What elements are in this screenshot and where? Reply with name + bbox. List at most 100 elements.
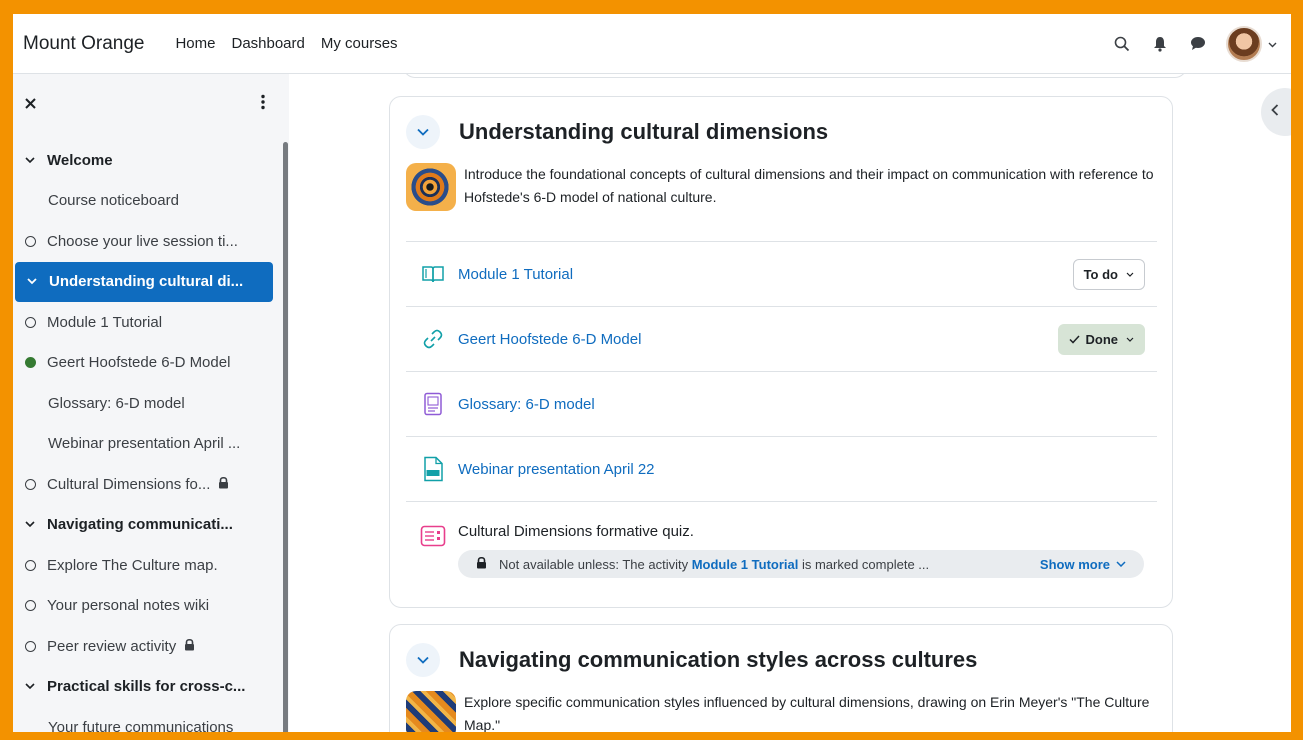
completion-done-button[interactable]: Done <box>1057 324 1145 355</box>
site-brand[interactable]: Mount Orange <box>23 33 144 55</box>
section-title[interactable]: Navigating communication styles across c… <box>459 647 977 673</box>
sidebar-item-label: Cultural Dimensions fo... <box>47 475 211 493</box>
incomplete-circle-icon <box>24 600 36 612</box>
section-collapse-button[interactable] <box>406 115 440 149</box>
sidebar-item-peer-review[interactable]: Peer review activity <box>13 626 275 667</box>
sidebar-item-label: Practical skills for cross-c... <box>47 678 246 696</box>
show-more-button[interactable]: Show more <box>1040 557 1126 572</box>
search-icon[interactable] <box>1112 34 1132 54</box>
sidebar-item-course-noticeboard[interactable]: Course noticeboard <box>13 181 275 222</box>
activity-link[interactable]: Webinar presentation April 22 <box>458 461 655 478</box>
sidebar-item-culture-map[interactable]: Explore The Culture map. <box>13 545 275 586</box>
restriction-info: Not available unless: The activity Modul… <box>458 550 1144 578</box>
app-frame: Mount Orange Home Dashboard My courses W… <box>13 14 1291 732</box>
chevron-down-icon <box>1126 272 1134 277</box>
sidebar-item-label: Module 1 Tutorial <box>47 313 163 331</box>
section-card-navigating-communication: Navigating communication styles across c… <box>389 624 1173 732</box>
chevron-down-icon <box>1116 561 1126 567</box>
sidebar-item-choose-live-session[interactable]: Choose your live session ti... <box>13 221 275 262</box>
incomplete-circle-icon <box>24 235 36 247</box>
sidebar-item-label: Choose your live session ti... <box>47 232 238 250</box>
chevron-down-icon[interactable] <box>13 683 47 690</box>
chevron-left-icon[interactable] <box>1271 103 1279 121</box>
section-header: Understanding cultural dimensions <box>406 115 828 149</box>
completion-label: Done <box>1085 332 1119 347</box>
more-options-icon[interactable] <box>261 94 265 115</box>
close-icon[interactable] <box>25 96 36 114</box>
block-drawer-toggle[interactable] <box>1261 88 1291 136</box>
section-collapse-button[interactable] <box>406 643 440 677</box>
messages-icon[interactable] <box>1188 34 1208 54</box>
navbar-actions <box>1094 25 1277 62</box>
sidebar-item-label: Geert Hoofstede 6-D Model <box>47 354 231 372</box>
nav-dashboard[interactable]: Dashboard <box>231 35 304 52</box>
book-icon <box>420 261 446 287</box>
sidebar-item-formative-quiz[interactable]: Cultural Dimensions fo... <box>13 464 275 505</box>
sidebar-section-welcome[interactable]: Welcome <box>13 140 275 181</box>
show-more-label: Show more <box>1039 556 1110 572</box>
section-header: Navigating communication styles across c… <box>406 643 977 677</box>
previous-section-card <box>403 74 1187 78</box>
sidebar-item-webinar-presentation[interactable]: Webinar presentation April ... <box>13 424 275 465</box>
sidebar-section-navigating-communication[interactable]: Navigating communicati... <box>13 505 275 546</box>
section-title[interactable]: Understanding cultural dimensions <box>459 119 828 145</box>
sidebar-section-practical-skills[interactable]: Practical skills for cross-c... <box>13 667 275 708</box>
link-icon <box>420 326 446 352</box>
sidebar-item-notes-wiki[interactable]: Your personal notes wiki <box>13 586 275 627</box>
sidebar-item-label: Course noticeboard <box>48 192 179 210</box>
sidebar-item-module-1-tutorial[interactable]: Module 1 Tutorial <box>13 302 275 343</box>
section-summary: Introduce the foundational concepts of c… <box>406 163 1154 211</box>
sidebar-item-hofstede-model[interactable]: Geert Hoofstede 6-D Model <box>13 343 275 384</box>
section-image <box>406 691 456 732</box>
user-avatar[interactable] <box>1226 25 1262 62</box>
section-card-understanding-cultural-dimensions: Understanding cultural dimensions Introd… <box>389 96 1173 608</box>
lock-icon <box>476 556 487 572</box>
sidebar-item-label: Your future communications <box>48 718 234 732</box>
chevron-down-icon <box>417 128 429 136</box>
activity-glossary: Glossary: 6-D model <box>406 371 1157 436</box>
chevron-down-icon <box>417 656 429 664</box>
bell-icon[interactable] <box>1150 34 1170 54</box>
drawer-header <box>13 74 289 134</box>
sidebar-section-understanding-cultural-dimensions[interactable]: Understanding cultural di... <box>15 261 273 302</box>
nav-my-courses[interactable]: My courses <box>321 35 398 52</box>
completion-todo-button[interactable]: To do <box>1072 259 1145 290</box>
sidebar-item-glossary[interactable]: Glossary: 6-D model <box>13 383 275 424</box>
restriction-prefix: Not available unless: The activity <box>499 556 692 572</box>
sidebar-item-label: Peer review activity <box>47 637 177 655</box>
complete-dot-icon <box>24 357 36 369</box>
sidebar-item-label: Understanding cultural di... <box>49 273 244 291</box>
nav-home[interactable]: Home <box>175 35 215 52</box>
chevron-down-icon[interactable] <box>13 157 47 164</box>
incomplete-circle-icon <box>24 559 36 571</box>
lock-icon <box>218 476 229 493</box>
chevron-down-icon <box>1126 337 1134 342</box>
activity-webinar-presentation: Webinar presentation April 22 <box>406 436 1157 501</box>
activity-link[interactable]: Module 1 Tutorial <box>458 266 573 283</box>
completion-label: To do <box>1083 267 1118 282</box>
sidebar-item-label: Glossary: 6-D model <box>48 394 185 412</box>
incomplete-circle-icon <box>24 478 36 490</box>
ppt-file-icon <box>420 456 446 482</box>
activity-link[interactable]: Geert Hoofstede 6-D Model <box>458 331 641 348</box>
restriction-suffix: is marked complete ... <box>798 556 930 572</box>
activity-link[interactable]: Glossary: 6-D model <box>458 396 595 413</box>
course-content: Understanding cultural dimensions Introd… <box>289 74 1291 732</box>
sidebar-item-label: Webinar presentation April ... <box>48 435 241 453</box>
incomplete-circle-icon <box>24 316 36 328</box>
check-icon <box>1068 335 1080 344</box>
course-index-list: Welcome Course noticeboard Choose your l… <box>13 140 275 732</box>
sidebar-scrollbar[interactable] <box>283 142 288 732</box>
chevron-down-icon[interactable] <box>15 278 49 285</box>
sidebar-item-label: Your personal notes wiki <box>47 597 210 615</box>
incomplete-circle-icon <box>24 640 36 652</box>
sidebar-item-label: Welcome <box>47 151 113 169</box>
activity-formative-quiz: Cultural Dimensions formative quiz. Not … <box>406 501 1157 609</box>
sidebar-item-future-communications[interactable]: Your future communications <box>13 707 275 732</box>
restriction-activity-link[interactable]: Module 1 Tutorial <box>692 557 799 572</box>
section-summary-text: Introduce the foundational concepts of c… <box>464 166 1154 205</box>
chevron-down-icon[interactable] <box>1268 35 1277 53</box>
chevron-down-icon[interactable] <box>13 521 47 528</box>
lock-icon <box>184 638 195 655</box>
section-summary-text: Explore specific communication styles in… <box>464 694 1150 732</box>
